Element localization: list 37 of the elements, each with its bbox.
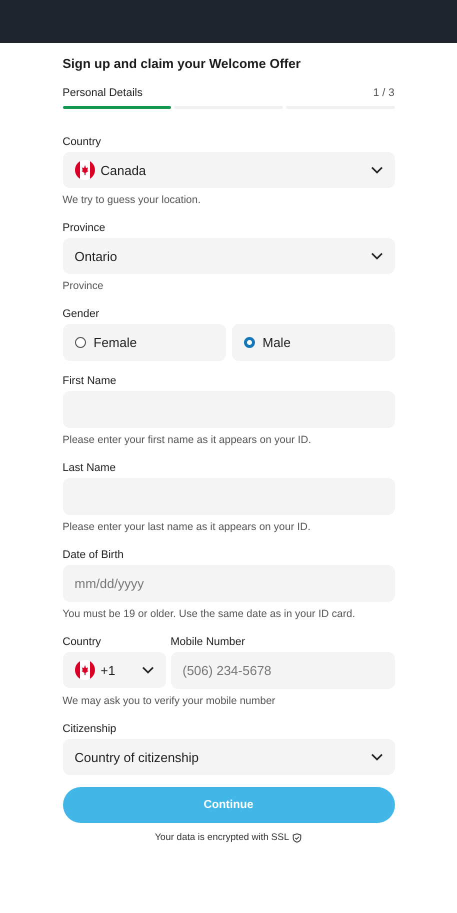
phone-input[interactable]: (506) 234-5678 xyxy=(170,652,394,689)
form-title: Sign up and claim your Welcome Offer xyxy=(62,56,302,72)
field-label: Citizenship xyxy=(62,722,118,737)
select-field[interactable]: Canada xyxy=(62,152,394,188)
chevron-down-icon xyxy=(142,666,154,674)
radio-label: Male xyxy=(262,335,291,350)
field-label: Country xyxy=(62,135,102,150)
radio-label: Female xyxy=(94,335,137,350)
field-hint: Please enter your last name as it appears on your ID. xyxy=(62,520,312,535)
step-count: 1 / 3 xyxy=(373,86,394,100)
step-label: Personal Details xyxy=(62,86,143,100)
field-hint: You must be 19 or older. Use the same date as in your ID card. xyxy=(62,607,356,622)
radio-button[interactable] xyxy=(74,337,86,348)
field-label: Province xyxy=(62,221,106,236)
field-label: Last Name xyxy=(62,461,117,476)
field-hint: Please enter your first name as it appears on your ID. xyxy=(62,433,312,448)
chevron-down-icon xyxy=(370,252,382,260)
field-label: First Name xyxy=(62,374,118,389)
field-hint: We may ask you to verify your mobile number xyxy=(62,694,276,709)
chevron-down-icon xyxy=(370,166,382,174)
field-hint: Province xyxy=(62,279,104,294)
radio-button[interactable] xyxy=(244,337,254,348)
field-label: Gender xyxy=(62,307,100,322)
radio-option[interactable]: Male xyxy=(232,324,394,361)
radio-option[interactable]: Female xyxy=(62,324,226,361)
ssl-note: Your data is encrypted with SSL xyxy=(154,832,290,843)
select-field[interactable]: Country of citizenship xyxy=(62,739,394,775)
field-hint: We try to guess your location. xyxy=(62,193,202,208)
field-label: Country xyxy=(62,635,102,650)
chevron-down-icon xyxy=(370,753,382,761)
shield-check-icon xyxy=(292,832,302,842)
flag-icon xyxy=(74,660,94,680)
field-label: Mobile Number xyxy=(170,635,246,650)
country-code-select[interactable]: +1 xyxy=(62,652,166,688)
field-label: Date of Birth xyxy=(62,548,125,563)
select-field[interactable]: Ontario xyxy=(62,238,394,274)
input-field[interactable]: mm/dd/yyyy xyxy=(62,565,394,602)
